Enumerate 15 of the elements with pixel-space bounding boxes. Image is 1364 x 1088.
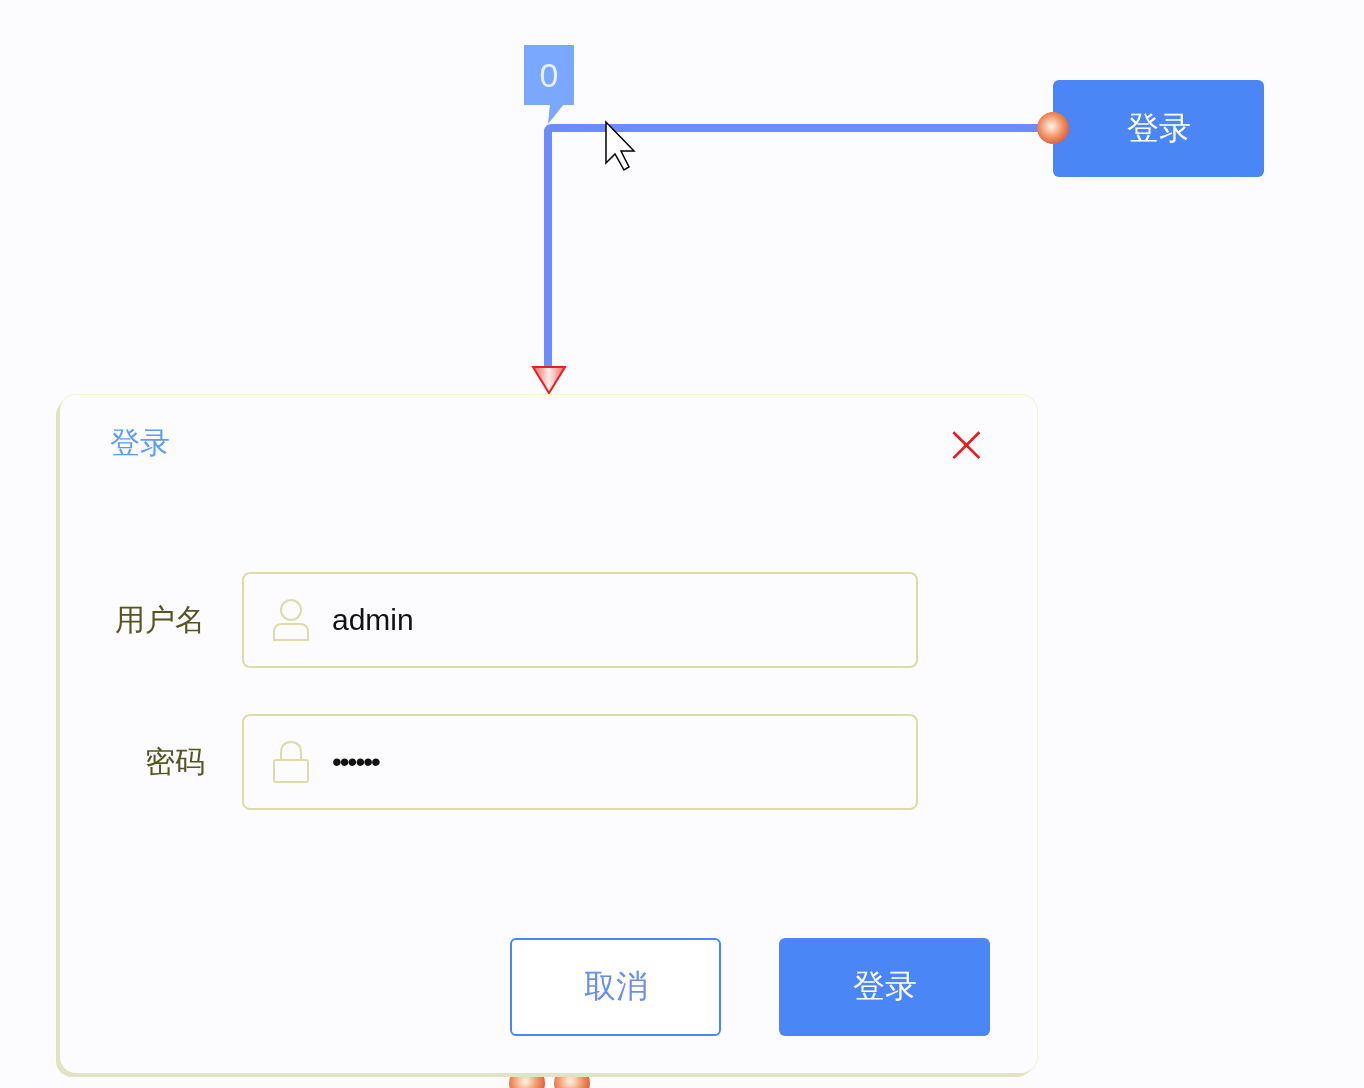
input-field[interactable]: ••••••: [242, 714, 918, 810]
login-button[interactable]: 登录: [779, 938, 990, 1036]
user-icon: [272, 598, 310, 642]
lock-icon: [272, 740, 310, 784]
login-button[interactable]: 登录: [1053, 80, 1264, 177]
field-label: 用户名: [114, 600, 205, 639]
field-label: 密码: [144, 742, 205, 781]
cursor-icon: [605, 120, 636, 172]
input-field[interactable]: admin: [242, 572, 918, 668]
close-button[interactable]: ×: [943, 423, 989, 464]
cancel-button[interactable]: 取消: [510, 938, 721, 1036]
step-badge: 0: [524, 45, 574, 105]
connection-handle[interactable]: [1037, 112, 1069, 144]
badge-pointer: [548, 104, 564, 124]
dialog-title: 登录: [110, 424, 170, 462]
